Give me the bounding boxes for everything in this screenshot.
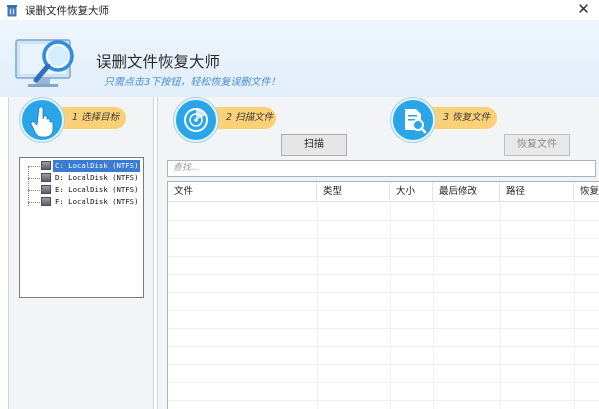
banner-subtitle: 只需点击3下按钮，轻松恢复误删文件！ [104, 77, 281, 88]
table-row [168, 238, 599, 239]
radar-scan-icon [184, 108, 208, 132]
column-header-modified[interactable]: 最后修改 [433, 182, 500, 202]
table-row [168, 382, 599, 383]
column-header-path[interactable]: 路径 [500, 182, 574, 202]
table-row [168, 328, 599, 329]
column-header-recover[interactable]: 恢复 [574, 182, 599, 202]
column-divider [317, 202, 318, 409]
column-header-size[interactable]: 大小 [390, 182, 433, 202]
monitor-magnifier-icon [15, 39, 74, 87]
document-search-icon [405, 109, 427, 134]
column-header-type[interactable]: 类型 [317, 182, 390, 202]
tree-branch [28, 178, 40, 179]
drive-tree[interactable]: C: LocalDisk (NTFS) D: LocalDisk (NTFS) … [19, 157, 144, 298]
table-row [168, 364, 599, 365]
hard-drive-icon [41, 197, 51, 206]
close-button[interactable]: ✕ [568, 0, 599, 20]
table-row [168, 274, 599, 275]
table-row [168, 346, 599, 347]
window-title: 误删文件恢复大师 [25, 5, 109, 17]
drive-label: E: LocalDisk (NTFS) [55, 185, 139, 194]
table-header: 文件 类型 大小 最后修改 路径 恢复 [168, 182, 599, 202]
banner-title: 误删文件恢复大师 [96, 53, 221, 71]
close-icon: ✕ [577, 0, 590, 18]
step-3-badge [391, 98, 435, 142]
hard-drive-icon [41, 185, 51, 194]
hard-drive-icon [41, 173, 51, 182]
recycle-bin-icon [7, 5, 17, 17]
header-banner: 误删文件恢复大师 只需点击3下按钮，轻松恢复误删文件！ [0, 20, 599, 97]
table-row [168, 292, 599, 293]
step-2-badge [174, 98, 218, 142]
column-header-file[interactable]: 文件 [168, 182, 317, 202]
file-table[interactable]: 文件 类型 大小 最后修改 路径 恢复 [167, 181, 599, 409]
pointing-hand-icon [30, 106, 54, 138]
drive-label: D: LocalDisk (NTFS) [55, 173, 139, 182]
table-row [168, 310, 599, 311]
column-divider [500, 202, 501, 409]
column-divider [433, 202, 434, 409]
title-bar: 误删文件恢复大师 ✕ [0, 0, 599, 20]
step-1-badge [20, 98, 64, 142]
table-row [168, 256, 599, 257]
scan-button[interactable]: 扫描 [281, 134, 347, 156]
drive-label: F: LocalDisk (NTFS) [55, 197, 139, 206]
hard-drive-icon [41, 161, 51, 170]
search-input[interactable]: 查找... [167, 160, 596, 177]
tree-branch [28, 166, 40, 167]
table-row [168, 220, 599, 221]
column-divider [574, 202, 575, 409]
recover-button[interactable]: 恢复文件 [504, 134, 570, 156]
drive-label: C: LocalDisk (NTFS) [53, 160, 141, 172]
tree-branch [28, 190, 40, 191]
tree-branch [28, 202, 40, 203]
tree-connector [28, 166, 29, 206]
column-divider [390, 202, 391, 409]
table-row [168, 400, 599, 401]
